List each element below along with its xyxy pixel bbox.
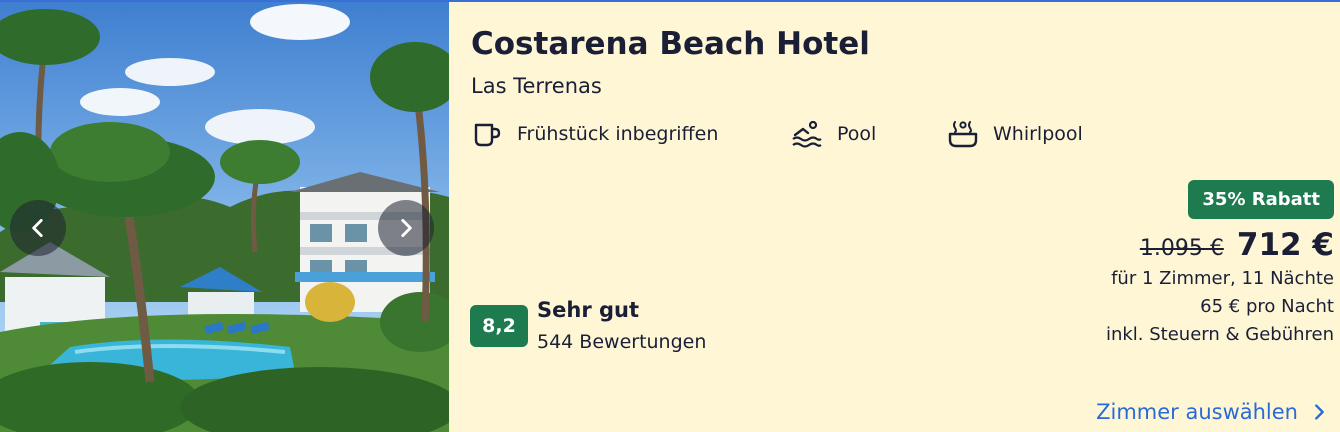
amenity-breakfast: Frühstück inbegriffen [471,118,718,150]
review-count[interactable]: 544 Bewertungen [537,331,706,353]
amenity-label: Whirlpool [993,123,1083,145]
hotel-location: Las Terrenas [471,74,602,98]
hotel-name[interactable]: Costarena Beach Hotel [471,26,870,62]
amenity-label: Frühstück inbegriffen [517,123,719,145]
gallery-prev-button[interactable] [10,200,66,256]
discount-badge: 35% Rabatt [1188,180,1334,219]
amenity-whirlpool: Whirlpool [947,118,1083,150]
new-price: 712 € [1236,227,1334,263]
price-detail-per-night: 65 € pro Nacht [1200,296,1334,317]
price-detail-rooms-nights: für 1 Zimmer, 11 Nächte [1111,268,1334,289]
price-block: 35% Rabatt 1.095 € 712 € für 1 Zimmer, 1… [914,180,1334,349]
amenity-label: Pool [837,123,877,145]
coffee-cup-icon [474,123,501,147]
price-detail-taxes: inkl. Steuern & Gebühren [1105,324,1334,345]
gallery-next-button[interactable] [378,200,434,256]
rating-label: Sehr gut [537,298,640,322]
select-room-link[interactable]: Zimmer auswählen [1096,400,1330,424]
chevron-right-icon [401,219,412,237]
old-price: 1.095 € [1139,236,1224,261]
hotel-card[interactable]: Costarena Beach Hotel Las Terrenas Frühs… [0,0,1340,432]
hot-tub-icon [948,121,978,148]
price-line: 1.095 € 712 € [914,227,1334,263]
select-room-label: Zimmer auswählen [1096,400,1298,424]
amenity-pool: Pool [791,118,876,150]
rating-score-badge: 8,2 [470,305,528,347]
chevron-left-icon [32,219,43,237]
chevron-right-icon [1315,404,1324,420]
hotel-photo[interactable] [0,2,449,432]
pool-icon [792,120,822,148]
